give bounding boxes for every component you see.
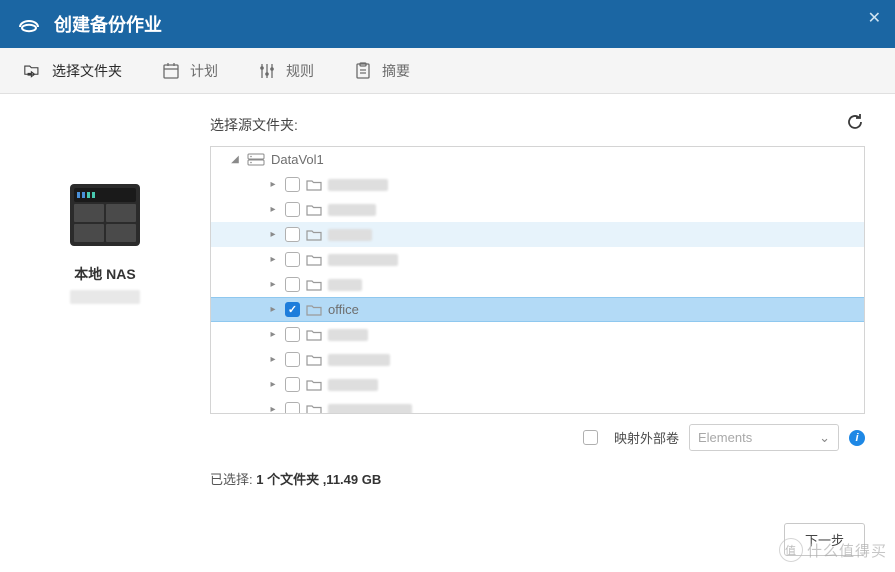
folder-icon: [306, 304, 322, 316]
folder-name-redacted: [328, 204, 376, 216]
expand-icon[interactable]: ▸: [267, 329, 279, 340]
tree-volume-row[interactable]: ◢ DataVol1: [211, 147, 864, 172]
tree-folder-row[interactable]: ▸: [211, 322, 864, 347]
expand-icon[interactable]: ▸: [267, 379, 279, 390]
external-volume-select[interactable]: Elements ⌄: [689, 424, 839, 451]
folder-checkbox[interactable]: [285, 327, 300, 342]
folder-name-redacted: [328, 404, 412, 415]
device-sublabel-redacted: [70, 290, 140, 304]
step-rules[interactable]: 规则: [258, 61, 314, 81]
step-label: 规则: [286, 61, 314, 81]
tree-folder-row[interactable]: ▸: [211, 222, 864, 247]
expand-icon[interactable]: ▸: [267, 229, 279, 240]
volume-icon: [247, 153, 265, 166]
step-schedule[interactable]: 计划: [162, 61, 218, 81]
refresh-icon[interactable]: [845, 112, 865, 138]
expand-icon[interactable]: ▸: [267, 254, 279, 265]
folder-checkbox[interactable]: [285, 252, 300, 267]
folder-icon: [306, 254, 322, 266]
tree-folder-row[interactable]: ▸: [211, 397, 864, 414]
folder-icon: [306, 329, 322, 341]
folder-icon: [306, 179, 322, 191]
folder-checkbox[interactable]: [285, 202, 300, 217]
expand-icon[interactable]: ▸: [267, 304, 279, 315]
expand-icon[interactable]: ▸: [267, 354, 279, 365]
folder-checkbox[interactable]: [285, 277, 300, 292]
step-label: 选择文件夹: [52, 61, 122, 81]
folder-checkbox[interactable]: [285, 227, 300, 242]
external-volume-label: 映射外部卷: [614, 428, 679, 447]
folder-icon: [306, 379, 322, 391]
app-icon: [16, 13, 42, 36]
device-label: 本地 NAS: [74, 264, 135, 284]
next-button[interactable]: 下一步: [784, 523, 865, 556]
folder-name-redacted: [328, 329, 368, 341]
step-label: 摘要: [382, 61, 410, 81]
device-pane: 本地 NAS: [0, 94, 210, 572]
content: 本地 NAS 选择源文件夹: ◢ DataVol1 ▸▸▸▸▸▸office▸▸…: [0, 94, 895, 572]
window-title: 创建备份作业: [54, 11, 162, 37]
folder-move-icon: [24, 62, 42, 80]
close-icon[interactable]: ✕: [868, 8, 881, 28]
folder-name-redacted: [328, 354, 390, 366]
selection-summary: 已选择: 1 个文件夹 ,11.49 GB: [210, 469, 865, 488]
tree-folder-row[interactable]: ▸: [211, 372, 864, 397]
tree-folder-row[interactable]: ▸: [211, 247, 864, 272]
tree-folder-row[interactable]: ▸: [211, 347, 864, 372]
folder-name-redacted: [328, 179, 388, 191]
clipboard-icon: [354, 62, 372, 80]
folder-checkbox[interactable]: [285, 352, 300, 367]
footer: 下一步: [784, 523, 865, 556]
folder-checkbox[interactable]: [285, 402, 300, 414]
folder-name-redacted: [328, 229, 372, 241]
folder-icon: [306, 279, 322, 291]
external-volume-checkbox[interactable]: [583, 430, 598, 445]
sliders-icon: [258, 62, 276, 80]
wizard-steps: 选择文件夹 计划 规则 摘要: [0, 48, 895, 94]
titlebar: 创建备份作业 ✕: [0, 0, 895, 48]
folder-checkbox[interactable]: [285, 177, 300, 192]
folder-checkbox[interactable]: [285, 377, 300, 392]
info-icon[interactable]: i: [849, 430, 865, 446]
external-volume-row: 映射外部卷 Elements ⌄ i: [210, 424, 865, 451]
tree-folder-row[interactable]: ▸: [211, 172, 864, 197]
folder-icon: [306, 404, 322, 415]
source-header-label: 选择源文件夹:: [210, 115, 298, 135]
calendar-icon: [162, 62, 180, 80]
folder-name-redacted: [328, 254, 398, 266]
volume-name: DataVol1: [271, 152, 324, 167]
expand-icon[interactable]: ▸: [267, 204, 279, 215]
folder-icon: [306, 354, 322, 366]
expand-icon[interactable]: ▸: [267, 179, 279, 190]
step-label: 计划: [190, 61, 218, 81]
select-value: Elements: [698, 430, 752, 445]
expand-icon[interactable]: ▸: [267, 279, 279, 290]
folder-tree[interactable]: ◢ DataVol1 ▸ ▸ ▸ ▸ ▸ ▸ office ▸ ▸ ▸ ▸: [210, 146, 865, 414]
folder-checkbox[interactable]: [285, 302, 300, 317]
step-select-folder[interactable]: 选择文件夹: [24, 61, 122, 81]
folder-name-redacted: [328, 279, 362, 291]
tree-folder-row[interactable]: ▸ office: [211, 297, 864, 322]
chevron-down-icon: ⌄: [819, 430, 830, 446]
folder-icon: [306, 229, 322, 241]
tree-folder-row[interactable]: ▸: [211, 197, 864, 222]
nas-device-icon: [70, 184, 140, 246]
folder-icon: [306, 204, 322, 216]
expand-icon[interactable]: ▸: [267, 404, 279, 414]
source-pane: 选择源文件夹: ◢ DataVol1 ▸ ▸ ▸ ▸ ▸ ▸ office ▸ ▸ ▸ ▸ 映射外部…: [210, 94, 895, 572]
collapse-icon[interactable]: ◢: [229, 154, 241, 165]
folder-name: office: [328, 302, 359, 317]
step-summary[interactable]: 摘要: [354, 61, 410, 81]
tree-folder-row[interactable]: ▸: [211, 272, 864, 297]
folder-name-redacted: [328, 379, 378, 391]
